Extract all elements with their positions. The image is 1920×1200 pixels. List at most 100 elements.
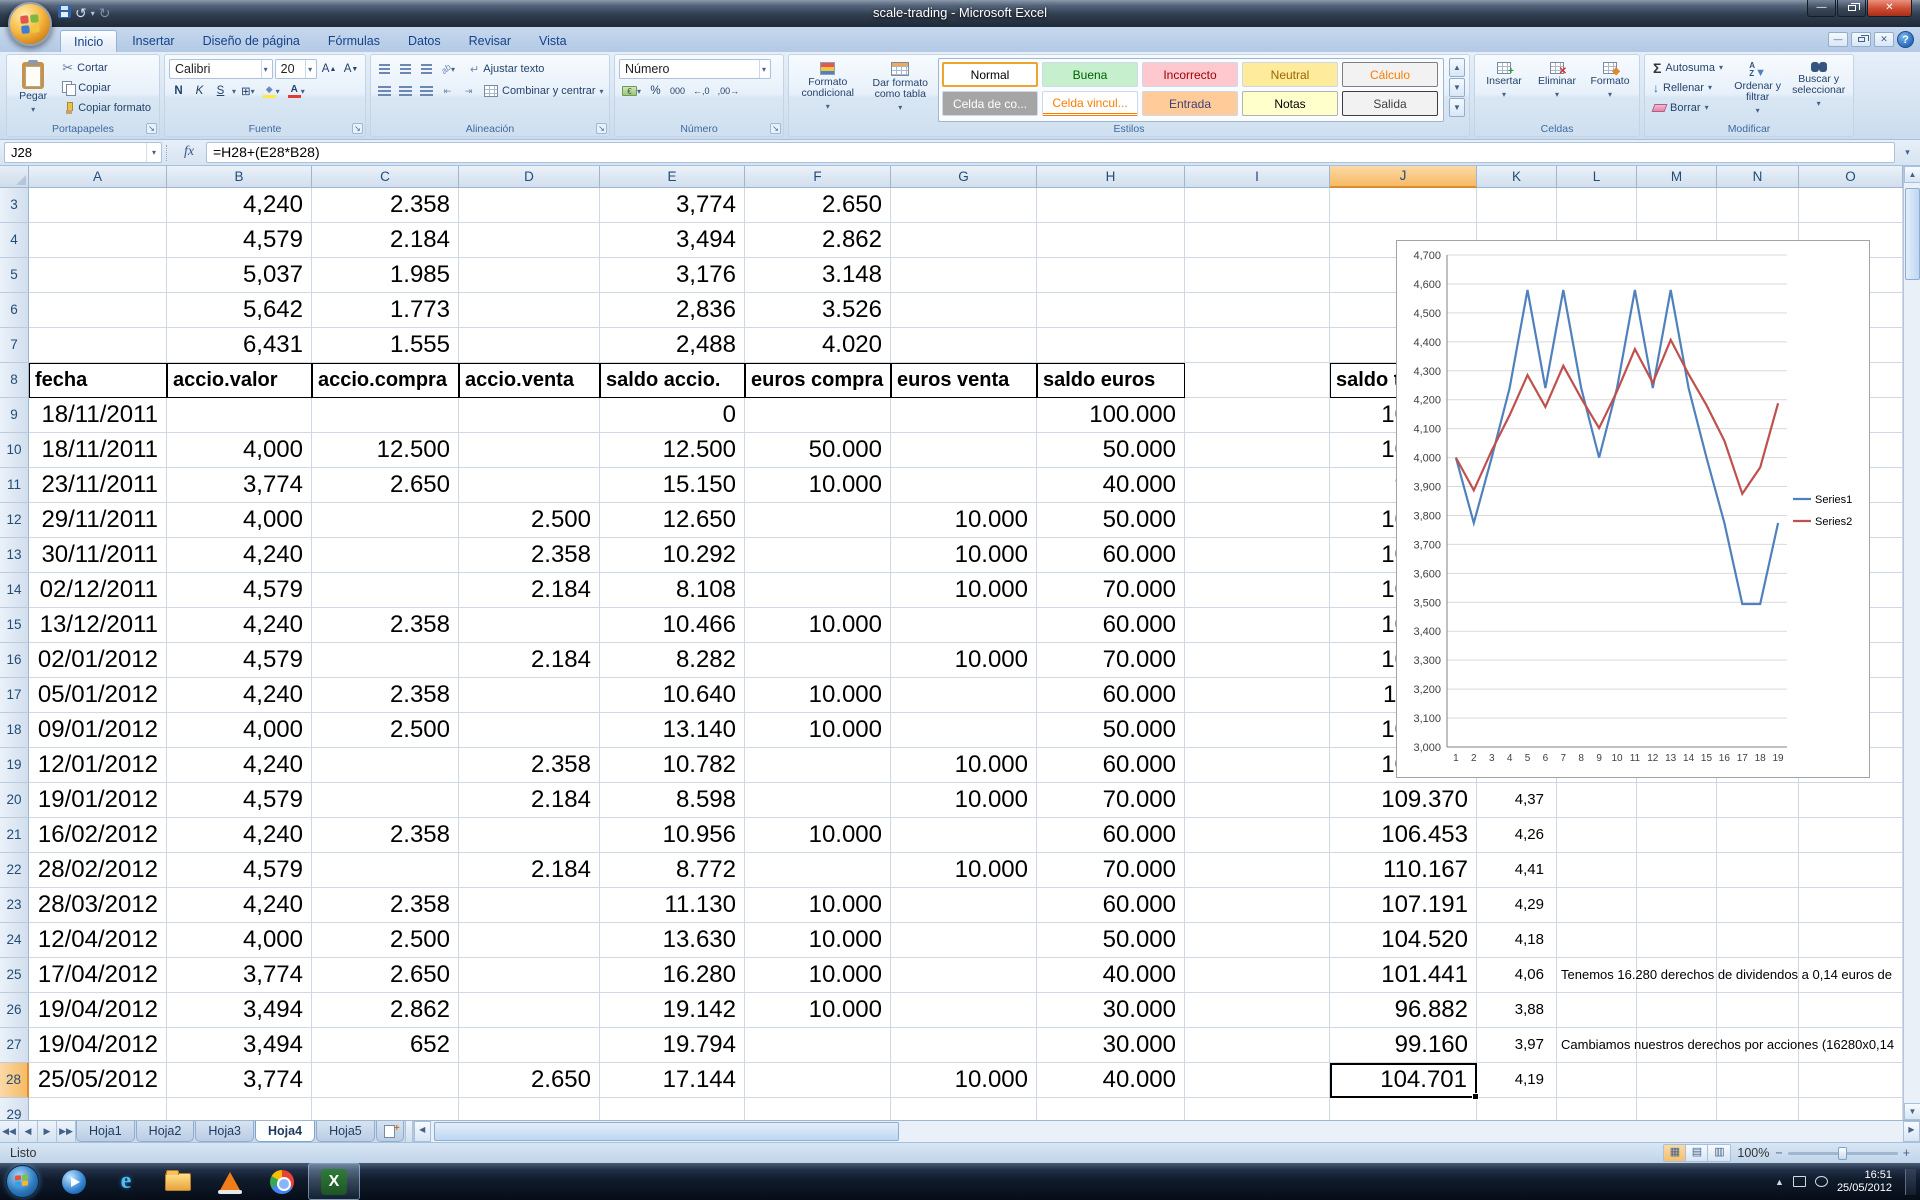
cell-H12[interactable]: 50.000 — [1037, 503, 1185, 538]
row-header-15[interactable]: 15 — [0, 608, 29, 643]
cell-H10[interactable]: 50.000 — [1037, 433, 1185, 468]
cell-H8[interactable]: saldo euros — [1037, 363, 1185, 398]
cell-style-salida[interactable]: Salida — [1342, 91, 1438, 116]
cell-C8[interactable]: accio.compra — [312, 363, 459, 398]
cell-E6[interactable]: 2,836 — [600, 293, 745, 328]
cell-A3[interactable] — [29, 188, 167, 223]
row-header-21[interactable]: 21 — [0, 818, 29, 853]
workbook-restore-button[interactable] — [1851, 32, 1871, 47]
expand-formula-bar-button[interactable]: ▾ — [1899, 142, 1916, 163]
decrease-indent-button[interactable]: ⇤ — [438, 82, 457, 101]
cell-B24[interactable]: 4,000 — [167, 923, 312, 958]
cell-B25[interactable]: 3,774 — [167, 958, 312, 993]
embedded-line-chart[interactable]: 3,0003,1003,2003,3003,4003,5003,6003,700… — [1396, 240, 1870, 778]
orientation-button[interactable]: ab▾ — [438, 60, 458, 79]
taskbar-icon-file-explorer[interactable] — [152, 1163, 204, 1200]
cell-C6[interactable]: 1.773 — [312, 293, 459, 328]
cell-D17[interactable] — [459, 678, 600, 713]
cell-C4[interactable]: 2.184 — [312, 223, 459, 258]
cell-M23[interactable] — [1637, 888, 1717, 923]
underline-button[interactable]: S — [211, 82, 230, 101]
autosum-button[interactable]: ΣAutosuma▾ — [1649, 58, 1727, 77]
cell-G27[interactable] — [891, 1028, 1037, 1063]
cell-K24[interactable]: 4,18 — [1477, 923, 1557, 958]
cell-D12[interactable]: 2.500 — [459, 503, 600, 538]
cell-M20[interactable] — [1637, 783, 1717, 818]
cell-C25[interactable]: 2.650 — [312, 958, 459, 993]
italic-button[interactable]: K — [190, 82, 209, 101]
cell-H15[interactable]: 60.000 — [1037, 608, 1185, 643]
zoom-level[interactable]: 100% — [1737, 1146, 1769, 1160]
cell-B12[interactable]: 4,000 — [167, 503, 312, 538]
cell-F15[interactable]: 10.000 — [745, 608, 891, 643]
underline-dropdown-arrow[interactable]: ▾ — [232, 87, 236, 96]
row-header-19[interactable]: 19 — [0, 748, 29, 783]
cell-D23[interactable] — [459, 888, 600, 923]
cell-O26[interactable] — [1799, 993, 1903, 1028]
cell-K21[interactable]: 4,26 — [1477, 818, 1557, 853]
cell-N29[interactable] — [1717, 1098, 1799, 1120]
cell-D9[interactable] — [459, 398, 600, 433]
cell-D14[interactable]: 2.184 — [459, 573, 600, 608]
wrap-text-button[interactable]: ↵Ajustar texto — [466, 60, 548, 79]
office-button[interactable] — [8, 2, 52, 46]
row-header-4[interactable]: 4 — [0, 223, 29, 258]
scroll-down-button[interactable]: ▼ — [1904, 1103, 1920, 1120]
cell-style-entrada[interactable]: Entrada — [1142, 91, 1238, 116]
cell-M24[interactable] — [1637, 923, 1717, 958]
cell-C14[interactable] — [312, 573, 459, 608]
cell-H7[interactable] — [1037, 328, 1185, 363]
cell-E16[interactable]: 8.282 — [600, 643, 745, 678]
page-layout-view-button[interactable]: ▤ — [1686, 1145, 1708, 1161]
cell-I15[interactable] — [1185, 608, 1330, 643]
fill-handle[interactable] — [1472, 1093, 1479, 1100]
cell-B29[interactable] — [167, 1098, 312, 1120]
cell-G6[interactable] — [891, 293, 1037, 328]
start-button[interactable] — [6, 1165, 39, 1198]
row-header-29[interactable]: 29 — [0, 1098, 29, 1120]
cell-E18[interactable]: 13.140 — [600, 713, 745, 748]
cell-L20[interactable] — [1557, 783, 1637, 818]
cell-C12[interactable] — [312, 503, 459, 538]
cell-E19[interactable]: 10.782 — [600, 748, 745, 783]
cell-H13[interactable]: 60.000 — [1037, 538, 1185, 573]
cell-H16[interactable]: 70.000 — [1037, 643, 1185, 678]
zoom-slider-thumb[interactable] — [1838, 1147, 1847, 1160]
cell-H3[interactable] — [1037, 188, 1185, 223]
grow-font-button[interactable]: A▲ — [319, 60, 339, 79]
last-sheet-button[interactable]: ▶▶ — [57, 1121, 76, 1142]
cell-I5[interactable] — [1185, 258, 1330, 293]
cell-D4[interactable] — [459, 223, 600, 258]
cell-J27[interactable]: 99.160 — [1330, 1028, 1477, 1063]
cell-O24[interactable] — [1799, 923, 1903, 958]
copy-button[interactable]: Copiar — [58, 78, 155, 97]
numero-dialog-launcher[interactable]: ↘ — [770, 123, 781, 134]
cell-A11[interactable]: 23/11/2011 — [29, 468, 167, 503]
cell-H28[interactable]: 40.000 — [1037, 1063, 1185, 1098]
cell-style-incorrecto[interactable]: Incorrecto — [1142, 62, 1238, 87]
vertical-scrollbar[interactable]: ▲ ▼ — [1903, 166, 1920, 1120]
column-header-M[interactable]: M — [1637, 166, 1717, 188]
cell-E3[interactable]: 3,774 — [600, 188, 745, 223]
cell-A5[interactable] — [29, 258, 167, 293]
select-all-corner[interactable] — [0, 166, 29, 188]
column-header-B[interactable]: B — [167, 166, 312, 188]
redo-button[interactable]: ↻ — [99, 4, 111, 22]
cell-style-celda-vincul-[interactable]: Celda vincul... — [1042, 91, 1138, 116]
cell-G24[interactable] — [891, 923, 1037, 958]
cell-K20[interactable]: 4,37 — [1477, 783, 1557, 818]
insert-cells-button[interactable]: + Insertar▾ — [1479, 58, 1529, 122]
cell-B17[interactable]: 4,240 — [167, 678, 312, 713]
gallery-up-button[interactable]: ▲ — [1449, 58, 1465, 77]
cell-style-celda-de-co-[interactable]: Celda de co... — [942, 91, 1038, 116]
cell-J22[interactable]: 110.167 — [1330, 853, 1477, 888]
cell-E25[interactable]: 16.280 — [600, 958, 745, 993]
cell-H25[interactable]: 40.000 — [1037, 958, 1185, 993]
cell-C29[interactable] — [312, 1098, 459, 1120]
cell-H20[interactable]: 70.000 — [1037, 783, 1185, 818]
cell-E15[interactable]: 10.466 — [600, 608, 745, 643]
cell-I14[interactable] — [1185, 573, 1330, 608]
cell-C24[interactable]: 2.500 — [312, 923, 459, 958]
cell-O3[interactable] — [1799, 188, 1903, 223]
format-as-table-button[interactable]: Dar formato como tabla ▾ — [866, 58, 936, 122]
